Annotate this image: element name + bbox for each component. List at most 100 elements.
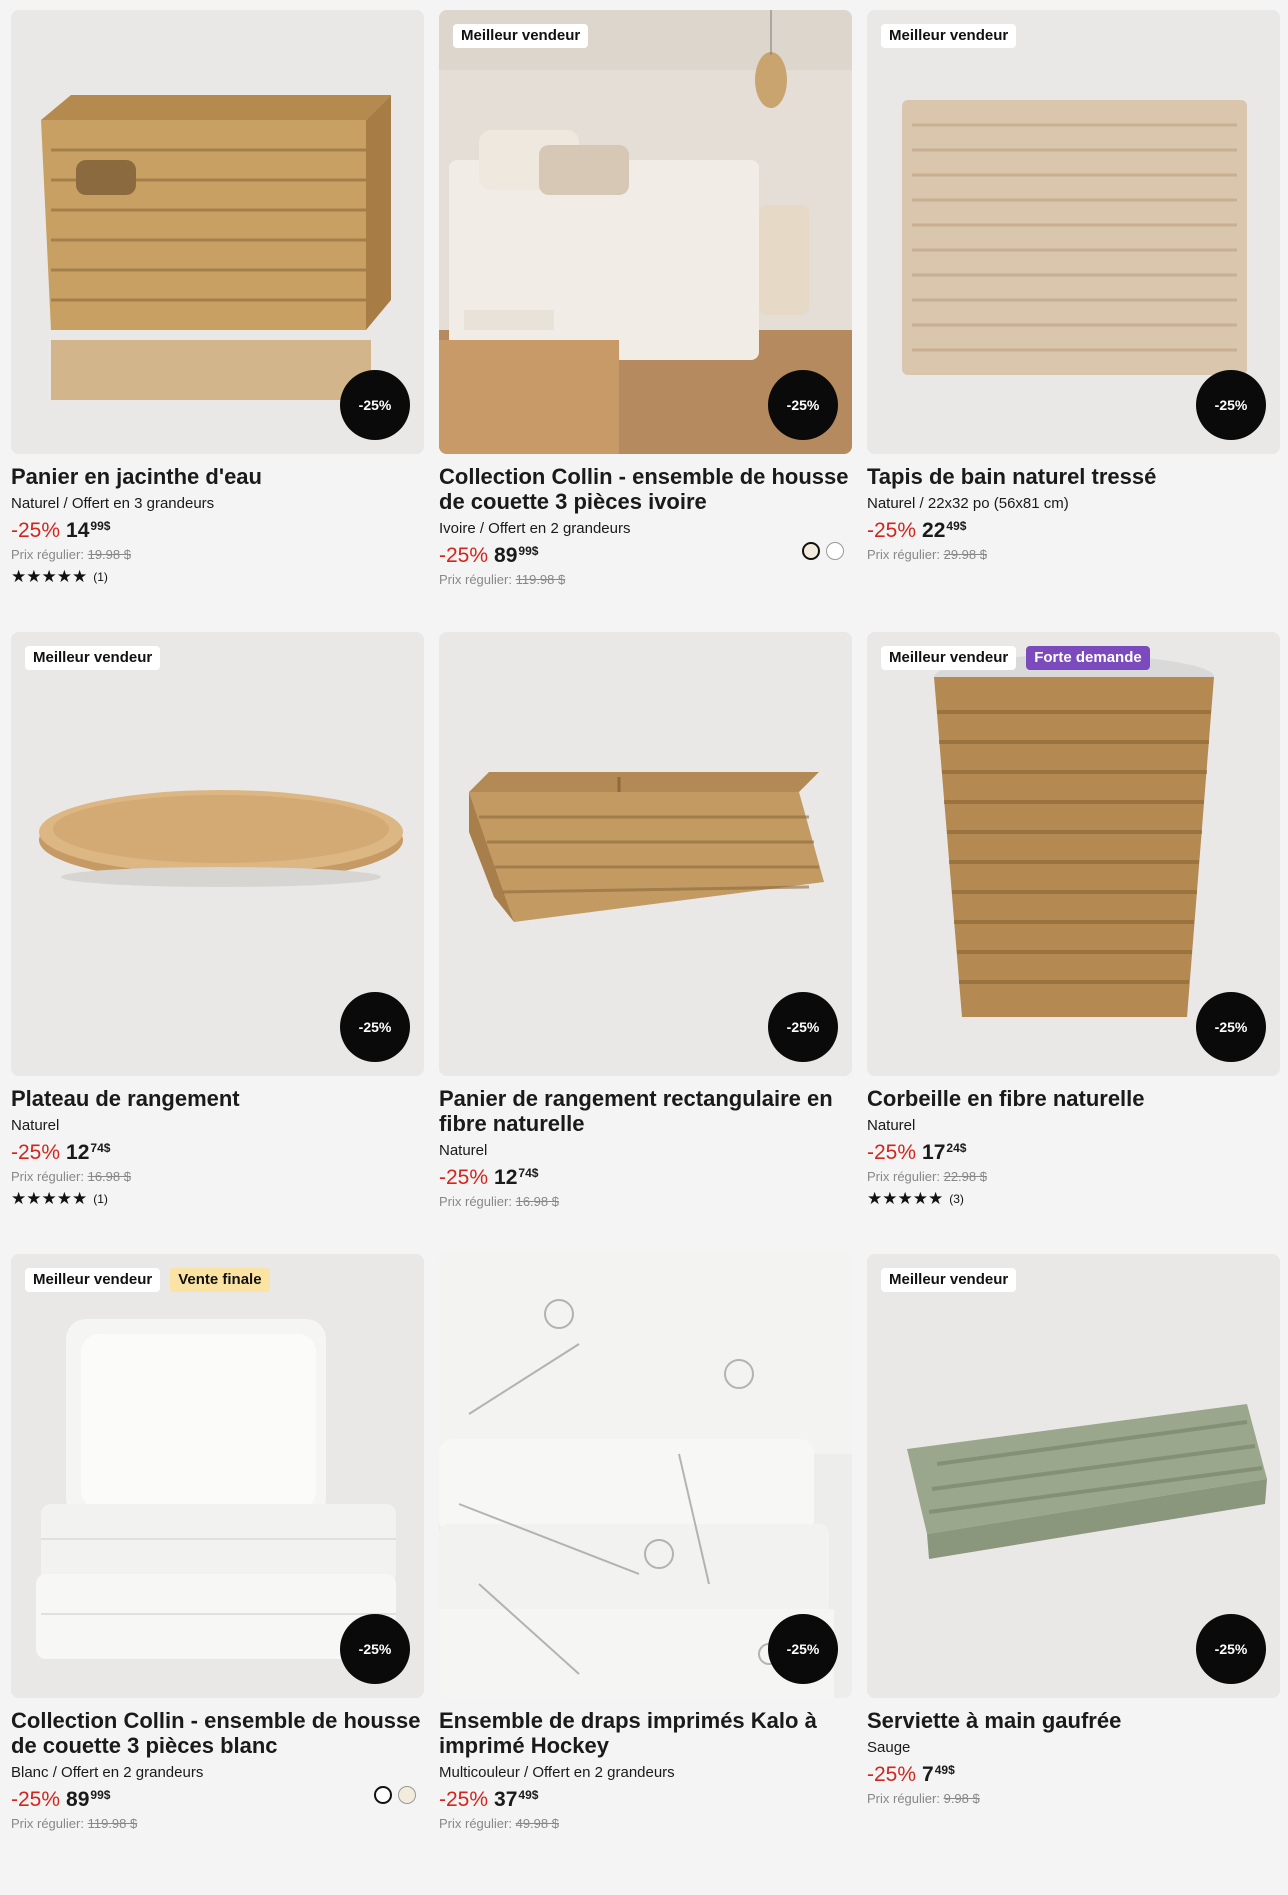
product-card[interactable]: Meilleur vendeur -25% Serviette à main g… xyxy=(867,1254,1280,1876)
regular-price-value: 9.98 $ xyxy=(943,1791,980,1806)
product-image-link[interactable]: Meilleur vendeur -25% xyxy=(439,10,852,454)
product-title[interactable]: Collection Collin - ensemble de housse d… xyxy=(439,464,852,514)
product-variant: Multicouleur / Offert en 2 grandeurs xyxy=(439,1764,675,1781)
sale-price-cents: 49$ xyxy=(518,1788,539,1802)
regular-price-value: 29.98 $ xyxy=(943,547,987,562)
regular-price: Prix régulier: 9.98 $ xyxy=(867,1791,1280,1807)
badge-best-seller: Meilleur vendeur xyxy=(25,646,161,670)
rating[interactable]: ★★★★★ (3) xyxy=(867,1189,1280,1208)
discount-badge: -25% xyxy=(1196,370,1266,440)
price-row: -25% 37 49$ xyxy=(439,1788,852,1812)
discount-percent: -25% xyxy=(11,1788,61,1811)
regular-price: Prix régulier: 119.98 $ xyxy=(439,572,852,588)
product-card[interactable]: -25% Ensemble de draps imprimés Kalo à i… xyxy=(439,1254,852,1876)
discount-percent: -25% xyxy=(867,1763,917,1786)
sale-price: 12 xyxy=(66,1141,90,1164)
swatch-ivory[interactable] xyxy=(802,542,820,560)
product-image-link[interactable]: Meilleur vendeur Forte demande -25% xyxy=(867,632,1280,1076)
product-info: Collection Collin - ensemble de housse d… xyxy=(11,1698,424,1832)
discount-badge: -25% xyxy=(340,370,410,440)
product-variant: Naturel xyxy=(867,1117,916,1134)
product-info: Corbeille en fibre naturelle Naturel -25… xyxy=(867,1076,1280,1207)
review-count: (1) xyxy=(93,1192,108,1206)
price-row: -25% 7 49$ xyxy=(867,1763,1280,1787)
regular-price-label: Prix régulier: xyxy=(11,1816,84,1831)
sale-price-cents: 74$ xyxy=(518,1166,539,1180)
rating[interactable]: ★★★★★ (1) xyxy=(11,1190,424,1207)
regular-price: Prix régulier: 49.98 $ xyxy=(439,1816,852,1832)
discount-badge: -25% xyxy=(768,370,838,440)
product-card[interactable]: -25% Panier de rangement rectangulaire e… xyxy=(439,632,852,1254)
price-row: -25% 89 99$ xyxy=(11,1788,424,1812)
product-info: Serviette à main gaufrée Sauge -25% 7 49… xyxy=(867,1698,1280,1807)
product-image-link[interactable]: -25% xyxy=(439,1254,852,1698)
review-count: (3) xyxy=(949,1192,964,1206)
regular-price-value: 16.98 $ xyxy=(87,1169,131,1184)
discount-percent: -25% xyxy=(439,544,489,567)
product-image-link[interactable]: Meilleur vendeur -25% xyxy=(11,632,424,1076)
badge-best-seller: Meilleur vendeur xyxy=(25,1268,161,1292)
sale-price: 89 xyxy=(494,544,518,567)
product-title[interactable]: Ensemble de draps imprimés Kalo à imprim… xyxy=(439,1708,852,1758)
swatch-white[interactable] xyxy=(826,542,844,560)
regular-price: Prix régulier: 16.98 $ xyxy=(11,1169,424,1185)
regular-price-value: 16.98 $ xyxy=(515,1194,559,1209)
product-title[interactable]: Corbeille en fibre naturelle xyxy=(867,1086,1280,1111)
badge-best-seller: Meilleur vendeur xyxy=(881,646,1017,670)
product-title[interactable]: Panier en jacinthe d'eau xyxy=(11,464,424,489)
discount-badge: -25% xyxy=(340,992,410,1062)
product-image-link[interactable]: Meilleur vendeur Vente finale -25% xyxy=(11,1254,424,1698)
product-title[interactable]: Serviette à main gaufrée xyxy=(867,1708,1280,1733)
sale-price: 14 xyxy=(66,519,90,542)
product-image-link[interactable]: Meilleur vendeur -25% xyxy=(867,1254,1280,1698)
discount-percent: -25% xyxy=(867,1141,917,1164)
swatch-ivory[interactable] xyxy=(398,1786,416,1804)
sale-price: 12 xyxy=(494,1166,518,1189)
discount-badge: -25% xyxy=(768,1614,838,1684)
product-card[interactable]: -25% Panier en jacinthe d'eau Naturel / … xyxy=(11,10,424,632)
regular-price-label: Prix régulier: xyxy=(867,1169,940,1184)
badge-best-seller: Meilleur vendeur xyxy=(453,24,589,48)
product-title[interactable]: Tapis de bain naturel tressé xyxy=(867,464,1280,489)
badge-final-sale: Vente finale xyxy=(170,1268,270,1292)
product-info: Plateau de rangement Naturel -25% 12 74$… xyxy=(11,1076,424,1207)
discount-percent: -25% xyxy=(11,1141,61,1164)
product-card[interactable]: Meilleur vendeur -25% Plateau de rangeme… xyxy=(11,632,424,1254)
regular-price: Prix régulier: 119.98 $ xyxy=(11,1816,424,1832)
product-title[interactable]: Collection Collin - ensemble de housse d… xyxy=(11,1708,424,1758)
rating[interactable]: ★★★★★ (1) xyxy=(11,568,424,585)
product-card[interactable]: Meilleur vendeur Forte demande -25% Corb… xyxy=(867,632,1280,1254)
price-row: -25% 14 99$ xyxy=(11,519,424,543)
product-image-link[interactable]: Meilleur vendeur -25% xyxy=(867,10,1280,454)
product-card[interactable]: Meilleur vendeur -25% Collection Collin … xyxy=(439,10,852,632)
product-info: Ensemble de draps imprimés Kalo à imprim… xyxy=(439,1698,852,1832)
swatch-white[interactable] xyxy=(374,1786,392,1804)
product-image-link[interactable]: -25% xyxy=(439,632,852,1076)
sale-price: 22 xyxy=(922,519,946,542)
product-variant: Naturel / 22x32 po (56x81 cm) xyxy=(867,495,1069,512)
regular-price-label: Prix régulier: xyxy=(439,1816,512,1831)
product-title[interactable]: Plateau de rangement xyxy=(11,1086,424,1111)
regular-price: Prix régulier: 22.98 $ xyxy=(867,1169,1280,1185)
regular-price-value: 119.98 $ xyxy=(87,1816,138,1831)
product-grid: -25% Panier en jacinthe d'eau Naturel / … xyxy=(11,10,1281,1876)
badge-best-seller: Meilleur vendeur xyxy=(881,24,1017,48)
regular-price: Prix régulier: 16.98 $ xyxy=(439,1194,852,1210)
product-variant: Naturel xyxy=(439,1142,488,1159)
badge-list: Meilleur vendeur xyxy=(881,24,1017,48)
price-row: -25% 89 99$ xyxy=(439,544,852,568)
sale-price-cents: 99$ xyxy=(90,519,111,533)
product-card[interactable]: Meilleur vendeur Vente finale -25% Colle… xyxy=(11,1254,424,1876)
regular-price-value: 19.98 $ xyxy=(87,547,131,562)
product-card[interactable]: Meilleur vendeur -25% Tapis de bain natu… xyxy=(867,10,1280,632)
star-rating-icon: ★★★★★ xyxy=(867,1189,944,1208)
regular-price-label: Prix régulier: xyxy=(439,1194,512,1209)
price-row: -25% 22 49$ xyxy=(867,519,1280,543)
regular-price: Prix régulier: 29.98 $ xyxy=(867,547,1280,563)
product-image-link[interactable]: -25% xyxy=(11,10,424,454)
regular-price-label: Prix régulier: xyxy=(867,547,940,562)
color-swatches xyxy=(802,542,844,560)
product-title[interactable]: Panier de rangement rectangulaire en fib… xyxy=(439,1086,852,1136)
sale-price: 37 xyxy=(494,1788,518,1811)
sale-price-cents: 49$ xyxy=(946,519,967,533)
